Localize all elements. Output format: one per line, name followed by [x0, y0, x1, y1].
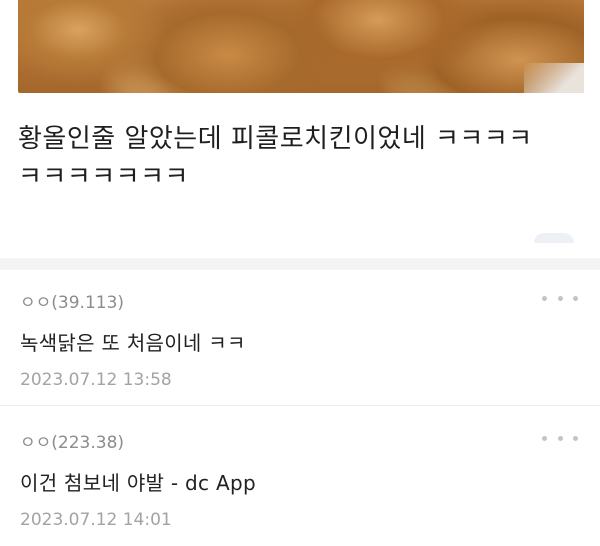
comment-text: 녹색닭은 또 처음이네 ㅋㅋ: [20, 331, 246, 355]
dot: [542, 295, 547, 301]
comment-author[interactable]: ㅇㅇ(39.113): [20, 288, 124, 313]
section-divider: [0, 258, 600, 270]
post-image: [18, 0, 584, 93]
dot: [557, 295, 563, 301]
comment-date: 2023.07.12 14:01: [20, 510, 172, 530]
comment-divider: [0, 405, 600, 406]
comment-item: ㅇㅇ(39.113) 녹색닭은 또 처음이네 ㅋㅋ 2023.07.12 13:…: [0, 270, 600, 400]
comment-date: 2023.07.12 13:58: [20, 370, 172, 390]
dot: [542, 435, 547, 441]
comment-author[interactable]: ㅇㅇ(223.38): [20, 428, 124, 453]
comment-text: 이건 첨보네 야발 - dc App: [20, 471, 256, 495]
faint-mark: [534, 233, 574, 243]
dot: [573, 295, 578, 301]
dot: [573, 435, 578, 441]
comment-item: ㅇㅇ(223.38) 이건 첨보네 야발 - dc App 2023.07.12…: [0, 410, 600, 540]
more-dots-icon[interactable]: [542, 288, 578, 308]
dot: [557, 435, 563, 441]
more-dots-icon[interactable]: [542, 428, 578, 448]
post-body-text: 황올인줄 알았는데 피콜로치킨이었네 ㅋㅋㅋㅋ ㅋㅋㅋㅋㅋㅋㅋ: [18, 124, 533, 192]
